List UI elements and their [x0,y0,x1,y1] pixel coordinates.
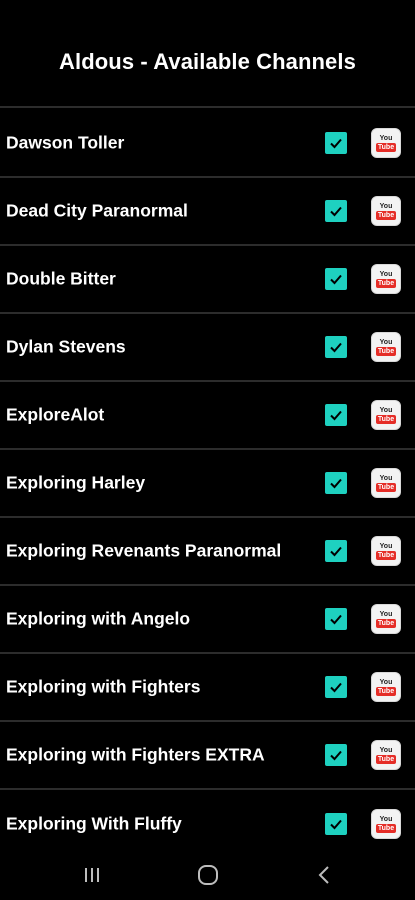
checkbox-checked-icon[interactable] [325,540,347,562]
app-header: Aldous - Available Channels [0,0,415,88]
youtube-icon[interactable]: You Tube [371,332,401,362]
youtube-icon[interactable]: You Tube [371,604,401,634]
youtube-icon[interactable]: You Tube [371,264,401,294]
channel-name: Double Bitter [6,268,116,289]
youtube-icon-text: Tube [375,210,397,220]
youtube-icon-text: You [379,542,393,550]
channel-name: Exploring with Angelo [6,608,191,629]
youtube-icon-text: You [379,338,393,346]
youtube-icon[interactable]: You Tube [371,672,401,702]
channel-name: Exploring With Fluffy [6,813,182,834]
list-item[interactable]: ExploreAlot You Tube [0,382,415,450]
channel-name: Exploring with Fighters [6,676,201,697]
youtube-icon-text: Tube [375,754,397,764]
list-item[interactable]: Dead City Paranormal You Tube [0,178,415,246]
youtube-icon-text: Tube [375,278,397,288]
youtube-icon[interactable]: You Tube [371,809,401,839]
youtube-icon-text: Tube [375,346,397,356]
youtube-icon-text: You [379,678,393,686]
youtube-icon-text: You [379,134,393,142]
youtube-icon[interactable]: You Tube [371,536,401,566]
home-icon[interactable] [188,860,228,890]
youtube-icon-text: Tube [375,618,397,628]
youtube-icon[interactable]: You Tube [371,468,401,498]
channel-name: Dawson Toller [6,132,125,153]
list-item[interactable]: Exploring with Fighters You Tube [0,654,415,722]
checkbox-checked-icon[interactable] [325,200,347,222]
channel-name: Dylan Stevens [6,336,126,357]
youtube-icon-text: Tube [375,482,397,492]
channel-name: Exploring with Fighters EXTRA [6,744,265,765]
youtube-icon-text: You [379,406,393,414]
checkbox-checked-icon[interactable] [325,132,347,154]
youtube-icon-text: Tube [375,686,397,696]
youtube-icon-text: Tube [375,550,397,560]
channel-name: Dead City Paranormal [6,200,188,221]
youtube-icon-text: Tube [375,142,397,152]
youtube-icon-text: You [379,746,393,754]
list-item[interactable]: Exploring Revenants Paranormal You Tube [0,518,415,586]
back-icon[interactable] [304,860,344,890]
channel-name: Exploring Revenants Paranormal [6,540,282,561]
recent-apps-icon[interactable] [72,860,112,890]
youtube-icon-text: You [379,202,393,210]
checkbox-checked-icon[interactable] [325,608,347,630]
youtube-icon[interactable]: You Tube [371,128,401,158]
app-screen: Dawson Toller You Tube Dead City Paranorm… [0,0,415,900]
checkbox-checked-icon[interactable] [325,472,347,494]
page-title: Aldous - Available Channels [59,49,356,74]
list-item[interactable]: Exploring With Fluffy You Tube [0,790,415,858]
youtube-icon[interactable]: You Tube [371,400,401,430]
channel-list[interactable]: Dawson Toller You Tube Dead City Paranorm… [0,0,415,850]
youtube-icon-text: You [379,270,393,278]
youtube-icon[interactable]: You Tube [371,196,401,226]
youtube-icon-text: Tube [375,823,397,833]
system-navigation-bar [0,850,415,900]
youtube-icon-text: Tube [375,414,397,424]
list-item[interactable]: Dylan Stevens You Tube [0,314,415,382]
channel-name: ExploreAlot [6,404,105,425]
list-item[interactable]: Double Bitter You Tube [0,246,415,314]
list-item[interactable]: Exploring Harley You Tube [0,450,415,518]
youtube-icon-text: You [379,610,393,618]
checkbox-checked-icon[interactable] [325,813,347,835]
checkbox-checked-icon[interactable] [325,336,347,358]
checkbox-checked-icon[interactable] [325,744,347,766]
channel-name: Exploring Harley [6,472,146,493]
youtube-icon-text: You [379,815,393,823]
list-item[interactable]: Exploring with Fighters EXTRA You Tube [0,722,415,790]
list-item[interactable]: Exploring with Angelo You Tube [0,586,415,654]
youtube-icon[interactable]: You Tube [371,740,401,770]
checkbox-checked-icon[interactable] [325,268,347,290]
list-item[interactable]: Dawson Toller You Tube [0,110,415,178]
checkbox-checked-icon[interactable] [325,676,347,698]
checkbox-checked-icon[interactable] [325,404,347,426]
youtube-icon-text: You [379,474,393,482]
